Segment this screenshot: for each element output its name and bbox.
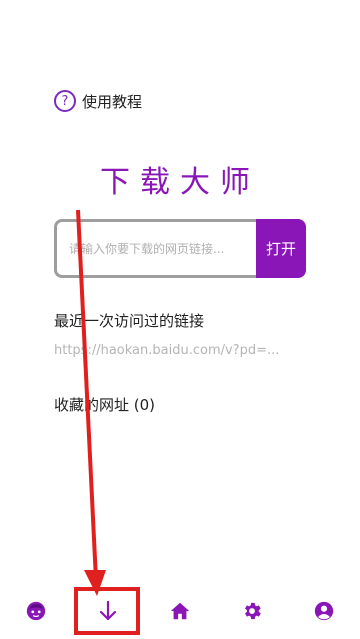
nav-download-button[interactable] xyxy=(80,586,136,636)
nav-account-button[interactable] xyxy=(296,586,352,636)
bottom-navigation xyxy=(0,583,360,639)
recent-link-heading: 最近一次访问过的链接 xyxy=(54,312,205,330)
url-entry-group: 打开 xyxy=(54,219,306,278)
favorites-heading[interactable]: 收藏的网址 (0) xyxy=(54,394,155,415)
nav-settings-button[interactable] xyxy=(224,586,280,636)
account-icon xyxy=(314,601,334,621)
app-screen: ? 使用教程 下载大师 打开 最近一次访问过的链接 https://haokan… xyxy=(0,0,360,639)
nav-home-button[interactable] xyxy=(152,586,208,636)
gear-icon xyxy=(245,602,261,620)
app-title: 下载大师 xyxy=(100,165,260,200)
face-icon xyxy=(26,601,46,621)
home-icon xyxy=(170,602,190,620)
nav-face-button[interactable] xyxy=(8,586,64,636)
recent-link[interactable]: https://haokan.baidu.com/v?pd=... xyxy=(54,343,306,358)
url-input[interactable] xyxy=(54,219,256,278)
download-arrow-icon xyxy=(99,600,117,621)
help-label: 使用教程 xyxy=(82,92,143,111)
help-tutorial-link[interactable]: ? 使用教程 xyxy=(54,90,142,112)
open-button[interactable]: 打开 xyxy=(256,219,306,278)
help-icon: ? xyxy=(54,90,76,112)
